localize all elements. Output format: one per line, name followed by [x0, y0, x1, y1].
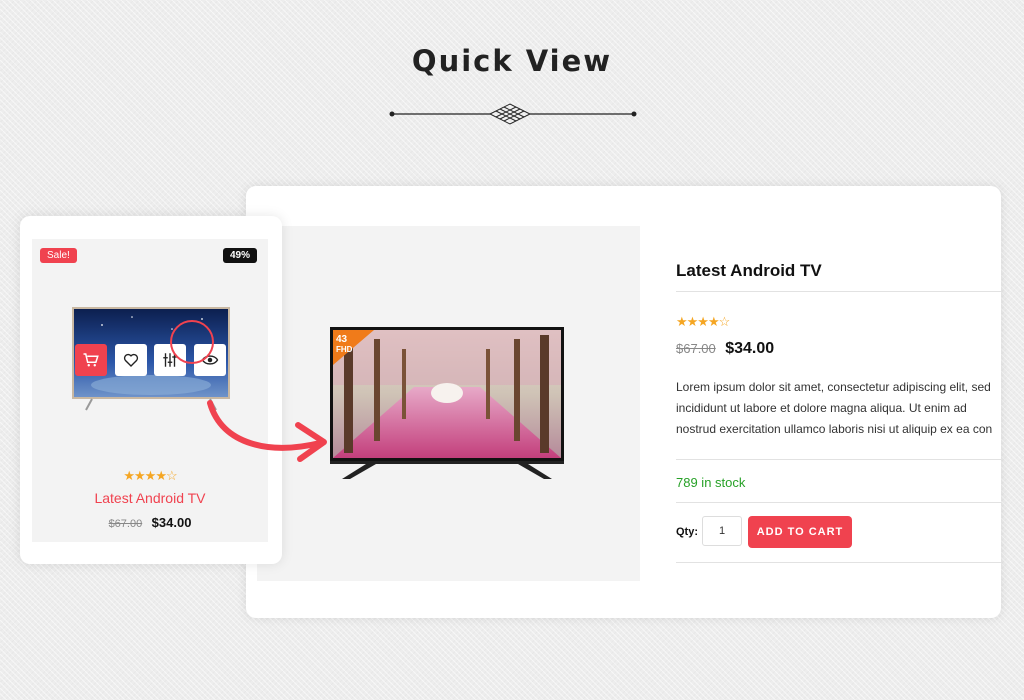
tv-size-badge: 43	[336, 334, 348, 345]
add-to-cart-quick-button[interactable]	[75, 344, 107, 376]
wishlist-button[interactable]	[115, 344, 147, 376]
rating-stars: ★★★★☆	[123, 468, 177, 483]
description-line: nostrud exercitation ullamco laboris nis…	[676, 422, 993, 436]
page-title: Quick View	[411, 44, 613, 78]
current-price: $34.00	[725, 340, 775, 357]
separator	[676, 459, 1001, 460]
highlight-circle	[170, 320, 214, 364]
separator	[676, 502, 1001, 503]
sale-badge: Sale!	[40, 248, 77, 263]
product-title: Latest Android TV	[676, 261, 822, 280]
qty-label: Qty:	[676, 526, 698, 538]
discount-badge: 49%	[223, 248, 258, 263]
rating-stars: ★★★★☆	[676, 314, 730, 329]
separator	[676, 291, 1001, 292]
product-card-inner: Sale! 49% ★★★★☆ Latest Android TV $67.00…	[32, 239, 268, 542]
old-price: $67.00	[108, 518, 143, 530]
product-card[interactable]: Sale! 49% ★★★★☆ Latest Android TV $67.00…	[20, 216, 282, 564]
price-block: $67.00 $34.00	[32, 514, 268, 532]
stock-status: 789 in stock	[676, 475, 746, 490]
separator	[676, 562, 1001, 563]
tv-resolution-badge: FHD	[336, 345, 353, 354]
description-line: Lorem ipsum dolor sit amet, consectetur …	[676, 380, 991, 394]
product-card-title[interactable]: Latest Android TV	[32, 490, 268, 506]
quantity-input[interactable]	[702, 516, 742, 546]
old-price: $67.00	[676, 341, 716, 356]
arrow-icon	[207, 400, 327, 462]
quick-view-modal: 43 FHD Latest Android TV ★★★★☆ $67.00 $3…	[246, 186, 1001, 618]
current-price: $34.00	[151, 515, 192, 530]
description-line: incididunt ut labore et dolore magna ali…	[676, 401, 967, 415]
cart-icon	[83, 353, 99, 367]
add-to-cart-button[interactable]: ADD TO CART	[748, 516, 852, 548]
tv-product-image: 43 FHD	[330, 327, 564, 479]
price-block: $67.00 $34.00	[676, 340, 774, 358]
title-divider	[389, 103, 637, 125]
heart-icon	[123, 353, 139, 367]
product-description: Lorem ipsum dolor sit amet, consectetur …	[676, 377, 1001, 440]
